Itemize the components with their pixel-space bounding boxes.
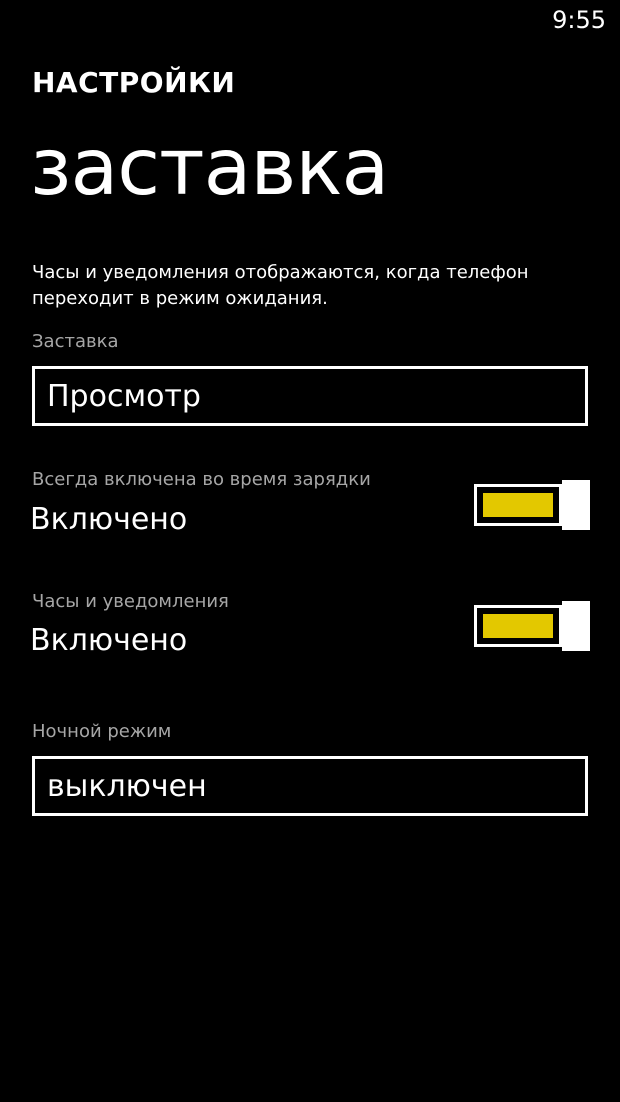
- night-mode-label: Ночной режим: [32, 721, 172, 742]
- app-title: НАСТРОЙКИ: [32, 66, 236, 99]
- screensaver-label: Заставка: [32, 331, 119, 352]
- always-on-charging-label: Всегда включена во время зарядки: [32, 469, 371, 490]
- clock-notifications-toggle[interactable]: [474, 601, 590, 651]
- night-mode-select-value: выключен: [47, 769, 207, 804]
- always-on-charging-toggle[interactable]: [474, 480, 590, 530]
- screensaver-select[interactable]: Просмотр: [32, 366, 588, 426]
- description-text: Часы и уведомления отображаются, когда т…: [32, 262, 529, 309]
- toggle-thumb[interactable]: [562, 601, 590, 651]
- always-on-charging-state: Включено: [30, 502, 188, 537]
- status-time: 9:55: [552, 6, 606, 34]
- screensaver-select-value: Просмотр: [47, 379, 201, 414]
- toggle-fill: [483, 493, 553, 517]
- clock-notifications-state: Включено: [30, 623, 188, 658]
- toggle-thumb[interactable]: [562, 480, 590, 530]
- night-mode-select[interactable]: выключен: [32, 756, 588, 816]
- page-title: заставка: [30, 123, 389, 213]
- toggle-track: [474, 484, 562, 526]
- clock-notifications-label: Часы и уведомления: [32, 591, 229, 612]
- toggle-track: [474, 605, 562, 647]
- toggle-fill: [483, 614, 553, 638]
